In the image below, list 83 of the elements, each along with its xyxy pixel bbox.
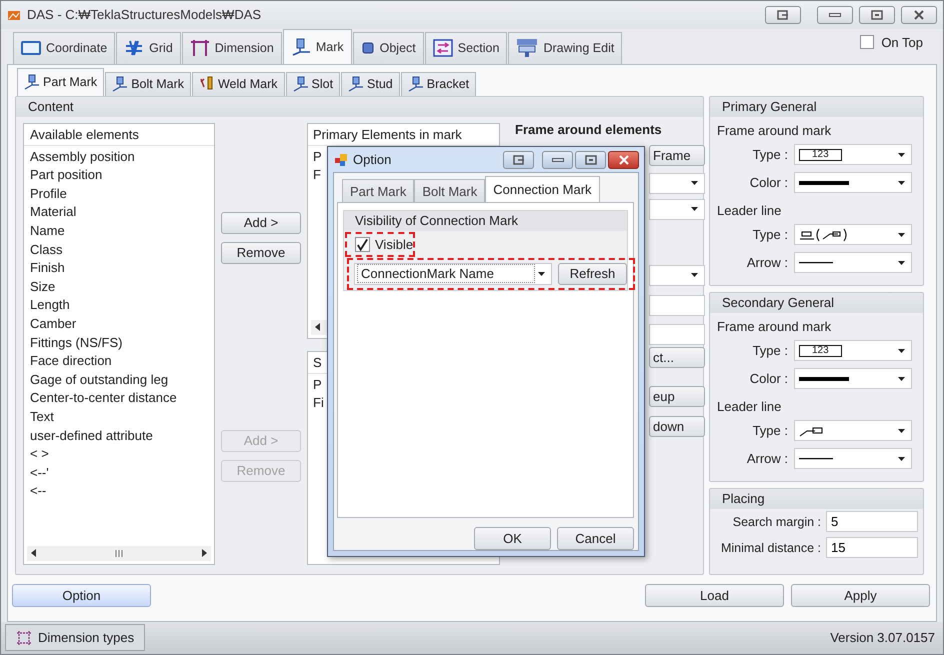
load-button[interactable]: Load (645, 584, 784, 608)
visible-checkbox[interactable]: Visible (355, 237, 414, 252)
main-tab[interactable]: Drawing Edit (508, 32, 622, 64)
list-item[interactable]: Fittings (NS/FS) (30, 334, 208, 352)
list-item[interactable]: <-- (30, 482, 208, 501)
list-item[interactable]: Length (30, 296, 208, 315)
list-item[interactable]: Face direction (30, 352, 208, 371)
section-label: Leader line (716, 398, 782, 416)
input-field[interactable]: 15 (826, 537, 918, 558)
connection-mark-dropdown[interactable]: ConnectionMark Name (354, 262, 552, 284)
add-button[interactable]: Add > (221, 212, 301, 234)
input-field[interactable]: 5 (826, 511, 918, 532)
option-button[interactable]: Option (12, 584, 151, 608)
list-item[interactable]: Material (30, 203, 208, 222)
list-item[interactable]: user-defined attribute (30, 426, 208, 446)
main-tab[interactable]: Coordinate (13, 32, 116, 64)
list-header: Primary Elements in mark (313, 126, 462, 142)
list-item[interactable]: Size (30, 278, 208, 296)
dialog-title: Option (353, 152, 392, 167)
group-title: Primary General (722, 98, 817, 114)
field-label: Arrow : (746, 255, 789, 270)
list-item[interactable]: Part position (30, 166, 208, 185)
cancel-button[interactable]: Cancel (557, 527, 634, 550)
group-title: Visibility of Connection Mark (355, 213, 518, 228)
field-label: Search margin : (732, 514, 822, 529)
dropdown[interactable]: 123 (794, 340, 912, 362)
list-item[interactable]: < > (30, 445, 208, 464)
dialog-tab[interactable]: Bolt Mark (414, 179, 486, 202)
list-header: S (313, 354, 322, 370)
field-label: Color : (748, 371, 789, 386)
dimension-types-button[interactable]: Dimension types (5, 624, 146, 652)
dropdown[interactable]: 123 (794, 144, 912, 166)
main-tab[interactable]: Dimension (182, 32, 282, 64)
main-tab[interactable]: Mark (282, 28, 352, 64)
refresh-button[interactable]: Refresh (558, 262, 627, 284)
list-item[interactable]: Profile (30, 184, 208, 204)
list-item[interactable]: Text (30, 408, 208, 427)
group-title: Placing (722, 490, 765, 506)
list-item[interactable]: Class (30, 240, 208, 260)
section-label: Frame around elements (514, 122, 662, 139)
version-label: Version 3.07.0157 (830, 630, 935, 646)
sub-tab[interactable]: Weld Mark (192, 72, 284, 96)
field-label: Type : (752, 423, 789, 438)
section-label: Frame around mark (716, 318, 832, 336)
field-label: Color : (748, 175, 789, 190)
field-label: Type : (752, 343, 789, 358)
sub-tab[interactable]: Part Mark (17, 68, 104, 96)
dialog-tab[interactable]: Part Mark (342, 179, 414, 202)
main-tab[interactable]: Grid (116, 32, 181, 64)
list-header: Available elements (30, 126, 139, 142)
field-label: Minimal distance : (720, 540, 822, 555)
list-item[interactable]: Assembly position (30, 148, 208, 166)
list-item[interactable]: Camber (30, 314, 208, 334)
sub-tab[interactable]: Bolt Mark (105, 72, 191, 96)
frame-value: 123 (799, 148, 842, 161)
list-item[interactable]: Center-to-center distance (30, 389, 208, 408)
ok-button[interactable]: OK (474, 527, 551, 550)
on-top-checkbox[interactable]: On Top (860, 34, 923, 50)
main-tab[interactable]: Object (352, 32, 424, 64)
button[interactable]: eup (649, 386, 705, 407)
button[interactable]: Frame (649, 144, 705, 166)
frame-value: 123 (799, 344, 842, 357)
list-item[interactable]: Finish (30, 259, 208, 278)
sub-tab[interactable]: Bracket (400, 72, 476, 96)
section-label: Leader line (716, 202, 782, 220)
apply-button[interactable]: Apply (791, 584, 930, 608)
button[interactable]: ct... (649, 346, 705, 368)
remove-button[interactable]: Remove (221, 242, 301, 264)
main-tab[interactable]: Section (424, 32, 508, 64)
list-item[interactable]: Gage of outstanding leg (30, 370, 208, 390)
button[interactable]: down (649, 416, 705, 437)
panel-title: Content (28, 98, 74, 114)
section-label: Frame around mark (716, 122, 832, 140)
field-label: Type : (752, 147, 789, 162)
group-title: Secondary General (722, 294, 834, 310)
list-item[interactable]: <--' (30, 464, 208, 482)
sub-tab[interactable]: Slot (286, 72, 340, 96)
list-item[interactable]: Name (30, 222, 208, 241)
sub-tab[interactable]: Stud (341, 72, 400, 96)
field-label: Arrow : (746, 451, 789, 466)
field-label: Type : (752, 227, 789, 242)
window-title: DAS - C:₩TeklaStructuresModels₩DAS (27, 7, 262, 22)
dialog-tab[interactable]: Connection Mark (485, 176, 600, 202)
